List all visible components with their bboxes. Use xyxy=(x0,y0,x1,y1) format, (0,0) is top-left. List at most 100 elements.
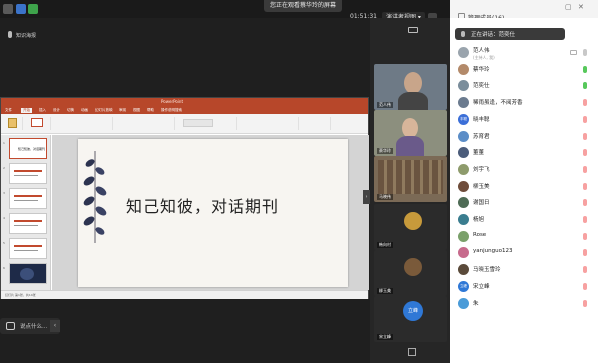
mic-icon[interactable] xyxy=(583,266,587,274)
participant-avatar xyxy=(458,80,469,92)
mic-icon[interactable] xyxy=(583,282,587,290)
video-tile[interactable]: 马晓伟 xyxy=(374,156,447,202)
ppt-titlebar: PowerPoint xyxy=(1,98,368,107)
paragraph-group xyxy=(115,117,175,130)
participant-row[interactable]: 苏育君 xyxy=(450,128,598,144)
mic-icon[interactable] xyxy=(583,82,587,90)
mic-icon[interactable] xyxy=(583,249,587,257)
slide-number: 2 xyxy=(3,166,5,170)
mic-icon[interactable] xyxy=(583,299,587,307)
slide-thumbnail xyxy=(9,263,47,284)
participant-avatar xyxy=(458,230,469,242)
participant-row[interactable]: 范人伟 (主持人, 我) xyxy=(450,44,598,60)
collapse-chat-button[interactable]: ‹ xyxy=(50,320,60,332)
video-tile-name: 韩向村 xyxy=(377,242,393,248)
participant-avatar: 立峰 xyxy=(458,280,469,292)
participant-row[interactable]: 丰聪 晓丰聪 xyxy=(450,111,598,127)
participant-row[interactable]: 杨旭 xyxy=(450,211,598,227)
font-group xyxy=(53,117,113,130)
participant-row[interactable]: 朱 xyxy=(450,295,598,311)
participant-name: 朱 xyxy=(473,300,479,307)
mic-icon[interactable] xyxy=(583,132,587,140)
participant-avatar xyxy=(458,247,469,259)
participant-row[interactable]: 谢国日 xyxy=(450,194,598,210)
mic-icon[interactable] xyxy=(583,49,587,56)
chat-placeholder[interactable]: 说点什么... xyxy=(20,322,47,330)
ppt-tab: 文件 xyxy=(5,108,12,112)
camera-icon[interactable] xyxy=(570,50,577,55)
info-icon[interactable] xyxy=(3,4,13,14)
mic-icon[interactable] xyxy=(583,232,587,240)
participant-avatar xyxy=(458,163,469,175)
participant-name: 柳玉美 xyxy=(473,183,490,190)
mic-icon[interactable] xyxy=(583,149,587,157)
chat-icon xyxy=(6,322,15,330)
participant-avatar xyxy=(458,180,469,192)
participant-face xyxy=(402,118,418,138)
participant-row[interactable]: 马晓玉雪玲 xyxy=(450,261,598,277)
slide-canvas: 知己知彼，对话期刊 xyxy=(52,135,369,290)
mic-icon[interactable] xyxy=(583,165,587,173)
video-tile-name: 柳玉美 xyxy=(377,288,393,294)
ppt-tab-active: 开始 xyxy=(21,108,32,113)
participant-name: 杨旭 xyxy=(473,217,485,223)
video-tile-name: 蔡华玲 xyxy=(377,148,393,154)
mic-icon[interactable] xyxy=(583,65,587,73)
ppt-tab: 切换 xyxy=(67,108,74,112)
participant-row[interactable]: Rose xyxy=(450,228,598,244)
slide-thumbnail xyxy=(9,163,47,184)
close-icon[interactable]: ✕ xyxy=(578,3,584,11)
video-tile-name: 马晓伟 xyxy=(377,194,393,200)
slide-thumbnails: 知己知彼，对话期刊 1 2 3 4 5 6 xyxy=(1,135,51,290)
participant-name: 稀雨虽逢，不阅芳香 xyxy=(473,100,523,107)
editing-group xyxy=(239,117,299,130)
local-user-bar: 知识海报 xyxy=(0,26,370,44)
signal-icon[interactable] xyxy=(28,4,38,14)
screen-share-banner: 您正在观看蔡华玲的屏幕 xyxy=(264,0,343,12)
collapse-video-button[interactable]: › xyxy=(363,190,370,204)
video-tile[interactable]: 立峰 宋立峰 xyxy=(374,296,447,342)
mic-icon[interactable] xyxy=(583,99,587,107)
participant-row[interactable]: 立峰 宋立峰 xyxy=(450,278,598,294)
participant-row[interactable]: 蔡华玲 xyxy=(450,61,598,77)
mic-icon[interactable] xyxy=(583,182,587,190)
mic-icon[interactable] xyxy=(583,216,587,223)
bookshelf-background xyxy=(378,160,443,194)
mic-icon[interactable] xyxy=(583,199,587,207)
participants-panel: 正在讲话：范奕仕 范人伟 (主持人, 我) 蔡华玲 范奕仕稀雨虽逢，不阅芳香丰聪 晓丰聪… xyxy=(450,18,598,363)
mic-icon[interactable] xyxy=(8,31,12,38)
grid-view-icon[interactable] xyxy=(408,348,416,356)
participant-row[interactable]: 刘宇飞 xyxy=(450,161,598,177)
speaking-text: 正在讲话：范奕仕 xyxy=(471,32,516,38)
slide-thumbnail xyxy=(9,213,47,234)
video-tile[interactable]: 蔡华玲 xyxy=(374,110,447,156)
slide-number: 6 xyxy=(3,266,5,270)
panel-topbar: 管理成员(16) ✕ ▢ xyxy=(450,0,598,22)
video-column: 范人伟 蔡华玲 马晓伟 韩向村 柳玉美 立峰 宋立峰 xyxy=(370,18,450,363)
speaking-indicator: 正在讲话：范奕仕 xyxy=(455,28,565,40)
video-tile-name: 宋立峰 xyxy=(377,334,393,340)
participant-avatar xyxy=(458,197,469,209)
participant-row[interactable]: yanjunguo123 xyxy=(450,244,598,260)
shield-icon[interactable] xyxy=(16,4,26,14)
participant-avatar xyxy=(458,147,469,159)
video-tile[interactable]: 柳玉美 xyxy=(374,250,447,296)
participant-avatar xyxy=(458,97,469,109)
mic-icon[interactable] xyxy=(583,115,587,123)
ppt-tab: 设计 xyxy=(53,108,60,112)
chat-bar[interactable]: 说点什么... ‹ xyxy=(0,318,60,334)
participant-name: 董董 xyxy=(473,150,485,157)
video-tile[interactable]: 韩向村 xyxy=(374,204,447,250)
video-tile[interactable]: 范人伟 xyxy=(374,64,447,110)
participant-row[interactable]: 稀雨虽逢，不阅芳香 xyxy=(450,94,598,110)
restore-icon[interactable]: ▢ xyxy=(565,3,572,11)
participant-avatar xyxy=(458,130,469,142)
participant-row[interactable]: 柳玉美 xyxy=(450,178,598,194)
slide-thumbnail xyxy=(9,238,47,259)
participant-avatar xyxy=(458,47,469,58)
ppt-tab: 审阅 xyxy=(119,108,126,112)
participant-name: 范人伟 xyxy=(473,48,490,54)
camera-icon[interactable] xyxy=(408,27,418,33)
participant-row[interactable]: 董董 xyxy=(450,144,598,160)
participant-row[interactable]: 范奕仕 xyxy=(450,77,598,93)
